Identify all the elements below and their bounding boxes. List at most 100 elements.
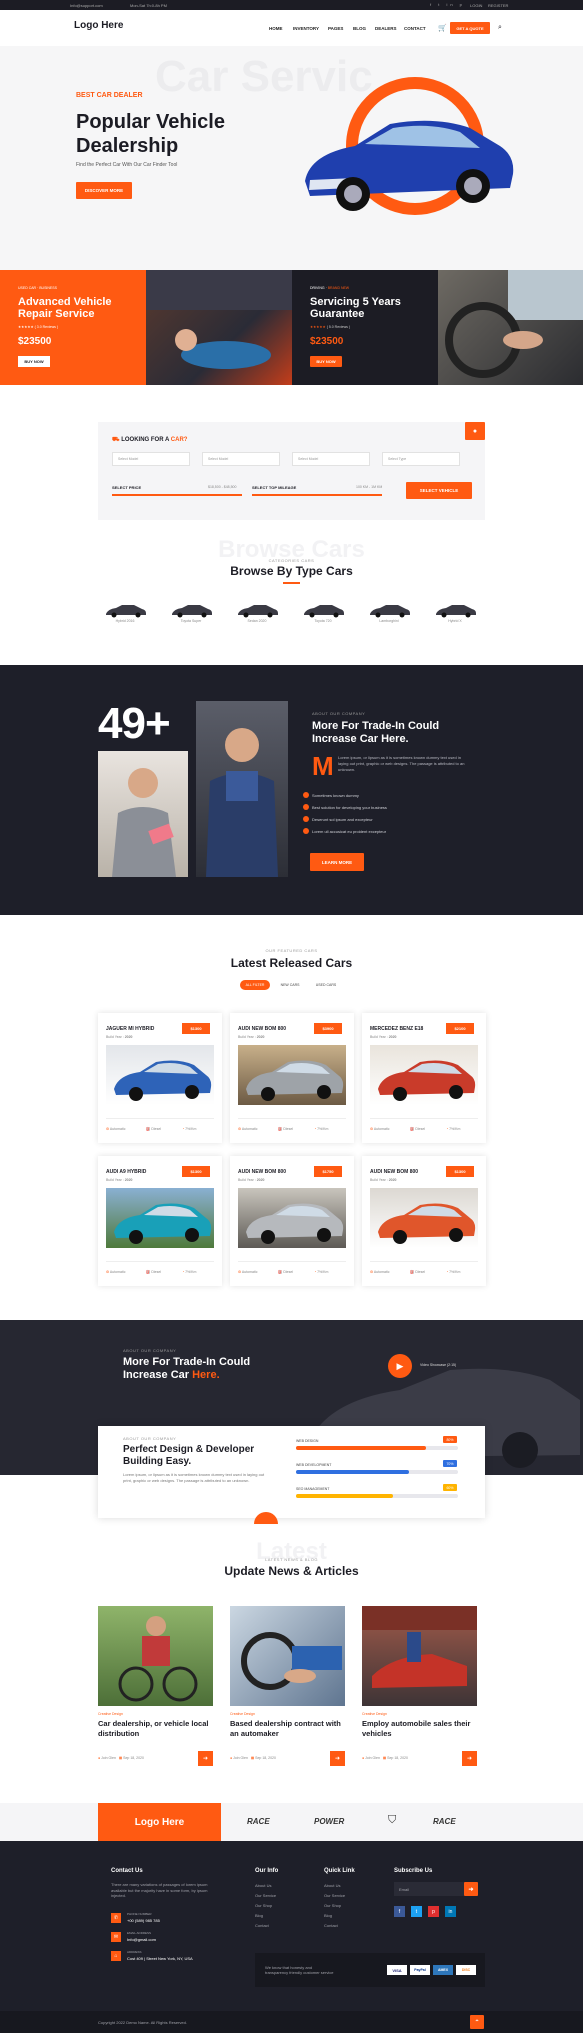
nav-dealers[interactable]: DEALERS	[375, 26, 397, 31]
car-type-item[interactable]: Hybrid 2016	[100, 604, 150, 623]
footer-link[interactable]: Blog	[255, 1913, 263, 1918]
car-image	[370, 1045, 478, 1105]
arrow-right-icon[interactable]: ➜	[198, 1751, 213, 1766]
user-icon[interactable]: ●	[465, 422, 485, 440]
car-name[interactable]: AUDI NEW BOM 800	[238, 1169, 286, 1175]
car-type-item[interactable]: Lamborghini	[364, 604, 414, 623]
promo-1-buy-button[interactable]: BUY NOW	[18, 356, 50, 367]
nav-contact[interactable]: CONTACT	[404, 26, 426, 31]
mail-icon: ✉	[111, 1932, 121, 1942]
facebook-icon[interactable]: f	[394, 1906, 405, 1917]
tab-used-cars[interactable]: USED CARS	[311, 980, 341, 990]
social-icons[interactable]: f t in p	[430, 2, 465, 7]
tab-all-filter[interactable]: ALL FILTER	[240, 980, 270, 990]
spec-transmission: ⚙ Automatic	[106, 1270, 126, 1274]
news-title[interactable]: Car dealership, or vehicle local distrib…	[98, 1719, 210, 1738]
twitter-icon[interactable]: t	[411, 1906, 422, 1917]
footer-link[interactable]: About Us	[324, 1883, 340, 1888]
news-card[interactable]: Creative Design Employ automobile sales …	[362, 1606, 477, 1770]
car-type-item[interactable]: Hybrid X	[430, 604, 480, 623]
arrow-right-icon[interactable]: ➜	[330, 1751, 345, 1766]
car-card[interactable]: AUDI NEW BOM 800 $1750 Build Year : 2020 ⚙ …	[230, 1156, 354, 1286]
cart-icon[interactable]: 🛒	[438, 24, 447, 32]
news-card[interactable]: Creative Design Car dealership, or vehic…	[98, 1606, 213, 1770]
search-icon[interactable]: ⌕	[498, 24, 502, 32]
car-name[interactable]: JAGUER MI HYBRID	[106, 1026, 154, 1032]
car-type-item[interactable]: Sedan 2020	[232, 604, 282, 623]
footer-link[interactable]: Contact	[255, 1923, 269, 1928]
mileage-slider[interactable]	[252, 494, 382, 496]
hero-title-line2: Dealership	[76, 135, 179, 157]
nav-blog[interactable]: BLOG	[353, 26, 366, 31]
video-label: Video Showcase (2:15)	[420, 1363, 457, 1367]
car-card[interactable]: AUDI NEW BOM 800 $1300 Build Year : 2020 ⚙ …	[362, 1156, 486, 1286]
skill-bar	[296, 1470, 458, 1474]
subscribe-send-button[interactable]: ➜	[464, 1882, 478, 1896]
footer-logo[interactable]: Logo Here	[98, 1803, 221, 1841]
arrow-right-icon[interactable]: ➜	[462, 1751, 477, 1766]
news-title[interactable]: Based dealership contract with an automa…	[230, 1719, 342, 1738]
promo-section: USED CAR · BUSINESS Advanced Vehicle Repa…	[0, 270, 583, 385]
footer-link[interactable]: Our Service	[255, 1893, 276, 1898]
phone-number[interactable]: +00 (589) 985 785	[127, 1918, 160, 1923]
skills-body: Lorem ipsum, or lipsum as it is sometime…	[123, 1472, 265, 1483]
car-name[interactable]: MERCEDEZ BENZ E18	[370, 1026, 423, 1032]
car-type-item[interactable]: Toyota 720	[298, 604, 348, 623]
linkedin-icon[interactable]: in	[445, 1906, 456, 1917]
promo-1-rating: ★★★★★ ( 3.0 Reviews )	[18, 325, 59, 329]
footer-link[interactable]: Our Shop	[255, 1903, 272, 1908]
hero-car-image	[305, 77, 514, 215]
car-name[interactable]: AUDI A9 HYBRID	[106, 1169, 146, 1175]
footer-contact-body: There are many variations of passages of…	[111, 1882, 208, 1898]
select-model-1[interactable]: Select Model	[112, 452, 190, 466]
car-year: Build Year : 2020	[106, 1178, 133, 1182]
news-title[interactable]: Employ automobile sales their vehicles	[362, 1719, 474, 1738]
footer-link[interactable]: Blog	[324, 1913, 332, 1918]
register-link[interactable]: REGISTER	[488, 3, 508, 8]
play-button[interactable]: ▶	[388, 1354, 412, 1378]
nav-pages[interactable]: PAGES	[328, 26, 343, 31]
car-name[interactable]: AUDI NEW BOM 800	[238, 1026, 286, 1032]
spec-transmission: ⚙ Automatic	[238, 1270, 258, 1274]
skills-pre: ABOUT OUR COMPANY	[123, 1436, 177, 1441]
footer-link[interactable]: About Us	[255, 1883, 271, 1888]
login-link[interactable]: LOGIN	[470, 3, 482, 8]
car-card[interactable]: AUDI NEW BOM 800 $3900 Build Year : 2020 ⚙ …	[230, 1013, 354, 1143]
fuel-icon: ⛽	[278, 1270, 283, 1274]
nav-home[interactable]: HOME	[269, 26, 283, 31]
select-model-3[interactable]: Select Model	[292, 452, 370, 466]
hero-subtitle: Find the Perfect Car With Our Car Finder…	[76, 162, 178, 168]
price-slider[interactable]	[112, 494, 242, 496]
car-card[interactable]: JAGUER MI HYBRID $1300 Build Year : 2020 ⚙ …	[98, 1013, 222, 1143]
phone-icon: ✆	[111, 1913, 121, 1923]
news-card[interactable]: Creative Design Based dealership contrac…	[230, 1606, 345, 1770]
car-year: Build Year : 2020	[238, 1035, 265, 1039]
car-card[interactable]: MERCEDEZ BENZ E18 $2100 Build Year : 2020 ⚙…	[362, 1013, 486, 1143]
scroll-top-button[interactable]: ⌃	[470, 2015, 484, 2029]
gear-icon: ⚙	[106, 1127, 110, 1131]
get-quote-button[interactable]: GET A QUOTE	[450, 22, 490, 34]
tab-new-cars[interactable]: NEW CARS	[275, 980, 305, 990]
top-bar: Info@support.com Mon-Sat 7h:0-8h PM f t …	[0, 0, 583, 10]
footer-link[interactable]: Contact	[324, 1923, 338, 1928]
pinterest-icon[interactable]: p	[428, 1906, 439, 1917]
video-pre: ABOUT OUR COMPANY	[123, 1348, 177, 1353]
email-address[interactable]: Info@gmail.com	[127, 1937, 156, 1942]
discover-more-button[interactable]: DISCOVER MORE	[76, 182, 132, 199]
car-card[interactable]: AUDI A9 HYBRID $1300 Build Year : 2020 ⚙ Au…	[98, 1156, 222, 1286]
select-vehicle-button[interactable]: SELECT VEHICLE	[406, 482, 472, 499]
subscribe-email-input[interactable]: Email	[394, 1882, 464, 1896]
car-name[interactable]: AUDI NEW BOM 800	[370, 1169, 418, 1175]
car-year: Build Year : 2020	[238, 1178, 265, 1182]
nav-inventory[interactable]: INVENTORY	[293, 26, 319, 31]
learn-more-button[interactable]: LEARN MORE	[310, 853, 364, 871]
car-type-label: Lamborghini	[379, 619, 399, 623]
topbar-email[interactable]: Info@support.com	[70, 3, 103, 8]
select-type[interactable]: Select Type	[382, 452, 460, 466]
promo-2-buy-button[interactable]: BUY NOW	[310, 356, 342, 367]
footer-link[interactable]: Our Shop	[324, 1903, 341, 1908]
car-type-item[interactable]: Toyota Super	[166, 604, 216, 623]
select-model-2[interactable]: Select Model	[202, 452, 280, 466]
footer-link[interactable]: Our Service	[324, 1893, 345, 1898]
logo[interactable]: Logo Here	[74, 20, 123, 31]
